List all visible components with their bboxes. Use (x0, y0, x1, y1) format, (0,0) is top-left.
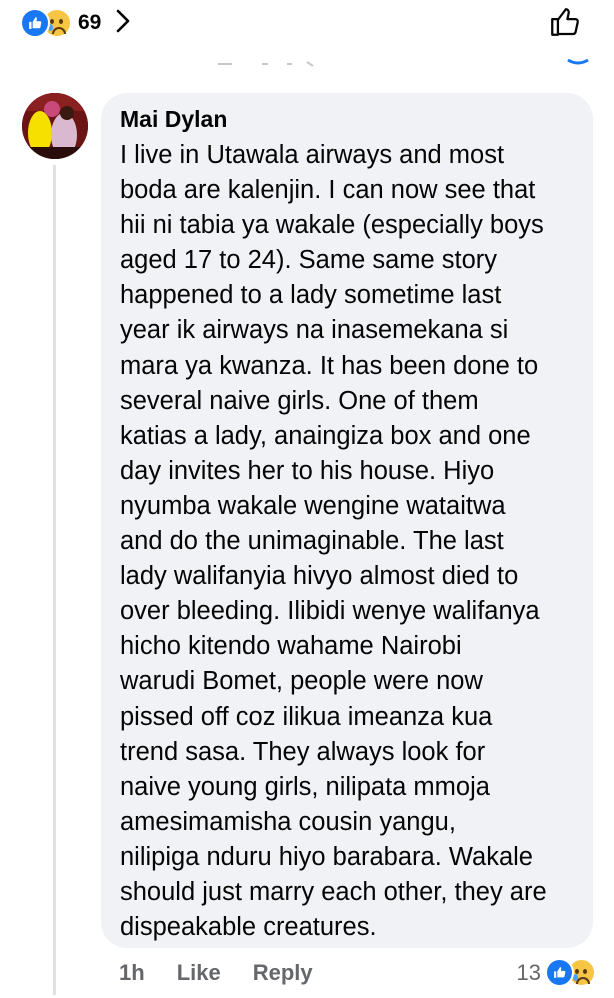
reply-button[interactable]: Reply (253, 960, 313, 986)
comment-reaction-count: 13 (516, 959, 541, 985)
faded-previous-content (218, 58, 589, 67)
chevron-right-icon[interactable] (115, 8, 131, 39)
thumbs-up-outline-icon[interactable] (548, 5, 582, 44)
comment-actions: 1h Like Reply (119, 960, 313, 986)
like-button[interactable]: Like (177, 960, 221, 986)
avatar[interactable] (22, 93, 88, 159)
post-reaction-count: 69 (78, 11, 102, 34)
like-icon (545, 958, 574, 987)
post-reactions-summary[interactable]: 69 (20, 8, 131, 39)
comment-author[interactable]: Mai Dylan (120, 106, 227, 133)
thread-line (53, 165, 56, 995)
comment-timestamp[interactable]: 1h (119, 960, 145, 986)
comment-reactions-summary[interactable]: 13 (517, 958, 596, 987)
post-reaction-bar: 69 (0, 0, 614, 50)
like-icon (20, 8, 50, 38)
comment-text: I live in Utawala airways and most boda … (120, 141, 547, 942)
